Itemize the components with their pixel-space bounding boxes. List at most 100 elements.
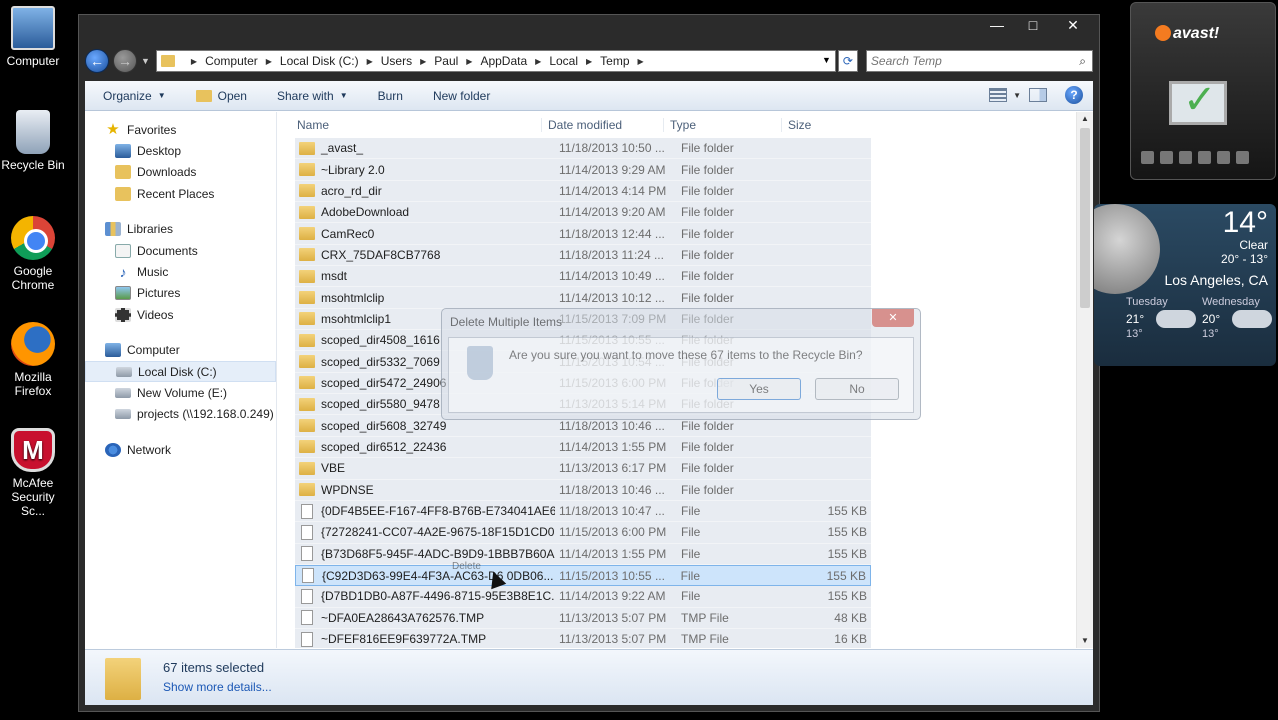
window-icon[interactable] xyxy=(1141,151,1154,164)
column-header-name[interactable]: Name xyxy=(281,118,541,132)
preview-pane-icon[interactable] xyxy=(1029,88,1047,102)
view-dropdown-icon[interactable]: ▼ xyxy=(1013,91,1021,100)
desktop-icon-mcafee[interactable]: M McAfee Security Sc... xyxy=(0,428,66,518)
weather-gadget[interactable]: 14° Clear 20° - 13° Los Angeles, CA Tues… xyxy=(1094,204,1276,366)
refresh-button[interactable]: ⟳ xyxy=(837,50,858,72)
facebook-icon[interactable] xyxy=(1217,151,1230,164)
nav-computer[interactable]: Computer xyxy=(85,340,276,361)
breadcrumb-computer[interactable]: Computer ▶ xyxy=(205,54,280,68)
forward-button[interactable]: → xyxy=(113,49,137,73)
share-with-button[interactable]: Share with ▼ xyxy=(277,89,348,103)
title-bar[interactable]: — □ ✕ xyxy=(79,15,1099,43)
settings-icon[interactable] xyxy=(1236,151,1249,164)
nav-projects-share[interactable]: projects (\\192.168.0.249) ( xyxy=(85,404,276,425)
nav-pictures[interactable]: Pictures xyxy=(85,283,276,304)
file-row[interactable]: msohtmlclip 11/14/2013 10:12 ... File fold… xyxy=(295,287,871,309)
search-icon[interactable]: ⌕ xyxy=(1079,54,1086,69)
desktop-icon-chrome[interactable]: Google Chrome xyxy=(0,216,66,292)
nav-documents[interactable]: Documents xyxy=(85,240,276,261)
search-input[interactable] xyxy=(866,51,1067,71)
nav-recent-places[interactable]: Recent Places xyxy=(85,183,276,204)
scroll-thumb[interactable] xyxy=(1080,128,1090,308)
file-row[interactable]: ~Library 2.0 11/14/2013 9:29 AM File folde… xyxy=(295,159,871,181)
file-row[interactable]: scoped_dir6512_22436 11/14/2013 1:55 PM Fi… xyxy=(295,436,871,459)
column-header-type[interactable]: Type xyxy=(663,118,781,132)
file-row[interactable]: WPDNSE 11/18/2013 10:46 ... File folder xyxy=(295,479,871,501)
file-row[interactable]: acro_rd_dir 11/14/2013 4:14 PM File folder xyxy=(295,180,871,203)
folder-icon xyxy=(299,184,315,198)
breadcrumb-local[interactable]: Local ▶ xyxy=(549,54,600,68)
file-row[interactable]: {72728241-CC07-4A2E-9675-18F15D1CD0... 11… xyxy=(295,522,871,544)
twitter-icon[interactable] xyxy=(1198,151,1211,164)
file-date: 11/14/2013 9:22 AM xyxy=(559,589,666,604)
nav-favorites[interactable]: ★ Favorites xyxy=(85,119,276,140)
search-box[interactable]: ⌕ xyxy=(865,50,1093,72)
file-row[interactable]: {D7BD1DB0-A87F-4496-8715-95E3B8E1C... 11/… xyxy=(295,586,871,608)
open-button[interactable]: Open xyxy=(195,89,247,103)
star-icon: ★ xyxy=(106,120,120,138)
file-row[interactable]: VBE 11/13/2013 6:17 PM File folder xyxy=(295,458,871,480)
file-row[interactable]: CamRec0 11/18/2013 12:44 ... File folder xyxy=(295,223,871,245)
refresh-icon[interactable] xyxy=(1179,151,1192,164)
nav-new-volume-e[interactable]: New Volume (E:) xyxy=(85,382,276,403)
minimize-button[interactable]: — xyxy=(979,15,1015,35)
nav-network[interactable]: Network xyxy=(85,439,276,460)
file-row[interactable]: ~DFEF816EE9F639772A.TMP 11/13/2013 5:07 P… xyxy=(295,628,871,648)
column-header-size[interactable]: Size xyxy=(781,118,857,132)
chevron-right-icon[interactable]: ▶ xyxy=(638,57,644,66)
breadcrumb-users[interactable]: Users ▶ xyxy=(381,54,435,68)
chevron-right-icon[interactable]: ▶ xyxy=(266,57,272,66)
scroll-up-icon[interactable]: ▲ xyxy=(1077,112,1093,126)
file-row[interactable]: _avast_ 11/18/2013 10:50 ... File folder xyxy=(295,138,871,160)
desktop-icon-firefox[interactable]: Mozilla Firefox xyxy=(0,322,66,398)
desktop-icon-recycle-bin[interactable]: Recycle Bin xyxy=(0,110,66,172)
chevron-right-icon[interactable]: ▶ xyxy=(420,57,426,66)
file-row[interactable]: CRX_75DAF8CB7768 11/18/2013 11:24 ... File… xyxy=(295,244,871,267)
chevron-right-icon[interactable]: ▶ xyxy=(466,57,472,66)
file-row[interactable]: {B73D68F5-945F-4ADC-B9D9-1BBB7B60A... 11/… xyxy=(295,543,871,565)
file-row[interactable]: msdt 11/14/2013 10:49 ... File folder xyxy=(295,266,871,288)
address-bar[interactable]: ▶ Computer ▶ Local Disk (C:) ▶ Users ▶ Paul… xyxy=(155,50,836,72)
maximize-button[interactable]: □ xyxy=(1015,15,1051,35)
new-folder-button[interactable]: New folder xyxy=(433,89,490,103)
burn-button[interactable]: Burn xyxy=(378,89,403,103)
chevron-right-icon[interactable]: ▶ xyxy=(586,57,592,66)
recent-pages-dropdown[interactable]: ▼ xyxy=(141,56,150,66)
organize-button[interactable]: Organize ▼ xyxy=(103,89,166,103)
screen-icon[interactable] xyxy=(1160,151,1173,164)
chevron-right-icon[interactable]: ▶ xyxy=(367,57,373,66)
recycle-bin-icon xyxy=(467,346,493,380)
nav-downloads[interactable]: Downloads xyxy=(85,162,276,183)
show-more-details-link[interactable]: Show more details... xyxy=(163,680,272,694)
back-button[interactable]: ← xyxy=(85,49,109,73)
breadcrumb-appdata[interactable]: AppData ▶ xyxy=(480,54,549,68)
breadcrumb-temp[interactable]: Temp ▶ xyxy=(600,54,652,68)
close-button[interactable]: ✕ xyxy=(1051,15,1095,35)
yes-button[interactable]: Yes xyxy=(717,378,801,400)
file-row[interactable]: {C92D3D63-99E4-4F3A-AC63-D6 0DB06... 11/1… xyxy=(295,564,871,587)
nav-libraries[interactable]: Libraries xyxy=(85,219,276,240)
change-view-icon[interactable] xyxy=(989,88,1008,102)
no-button[interactable]: No xyxy=(815,378,899,400)
nav-desktop[interactable]: Desktop xyxy=(85,140,276,161)
details-pane: 67 items selected Show more details... xyxy=(85,649,1093,705)
file-row[interactable]: AdobeDownload 11/14/2013 9:20 AM File fold… xyxy=(295,202,871,224)
nav-videos[interactable]: Videos xyxy=(85,304,276,325)
vertical-scrollbar[interactable]: ▲ ▼ xyxy=(1076,112,1093,648)
breadcrumb-local-disk[interactable]: Local Disk (C:) ▶ xyxy=(280,54,381,68)
file-name: scoped_dir6512_22436 xyxy=(295,440,555,454)
nav-local-disk-c[interactable]: Local Disk (C:) xyxy=(85,360,276,383)
dialog-message: Are you sure you want to move these 67 i… xyxy=(509,348,863,362)
breadcrumb-paul[interactable]: Paul ▶ xyxy=(434,54,480,68)
help-icon[interactable]: ? xyxy=(1065,86,1083,104)
nav-music[interactable]: ♪ Music xyxy=(85,261,276,282)
file-row[interactable]: ~DFA0EA28643A762576.TMP 11/13/2013 5:07 P… xyxy=(295,607,871,629)
address-history-dropdown[interactable]: ▼ xyxy=(822,55,831,65)
dialog-close-button[interactable]: ✕ xyxy=(872,309,914,327)
file-row[interactable]: {0DF4B5EE-F167-4FF8-B76B-E734041AE66... 1… xyxy=(295,500,871,523)
desktop-icon-computer[interactable]: Computer xyxy=(0,6,66,68)
column-header-date[interactable]: Date modified xyxy=(541,118,663,132)
chevron-right-icon[interactable]: ▶ xyxy=(535,57,541,66)
scroll-down-icon[interactable]: ▼ xyxy=(1077,634,1093,648)
avast-gadget[interactable]: avast! ✓ xyxy=(1130,2,1276,180)
